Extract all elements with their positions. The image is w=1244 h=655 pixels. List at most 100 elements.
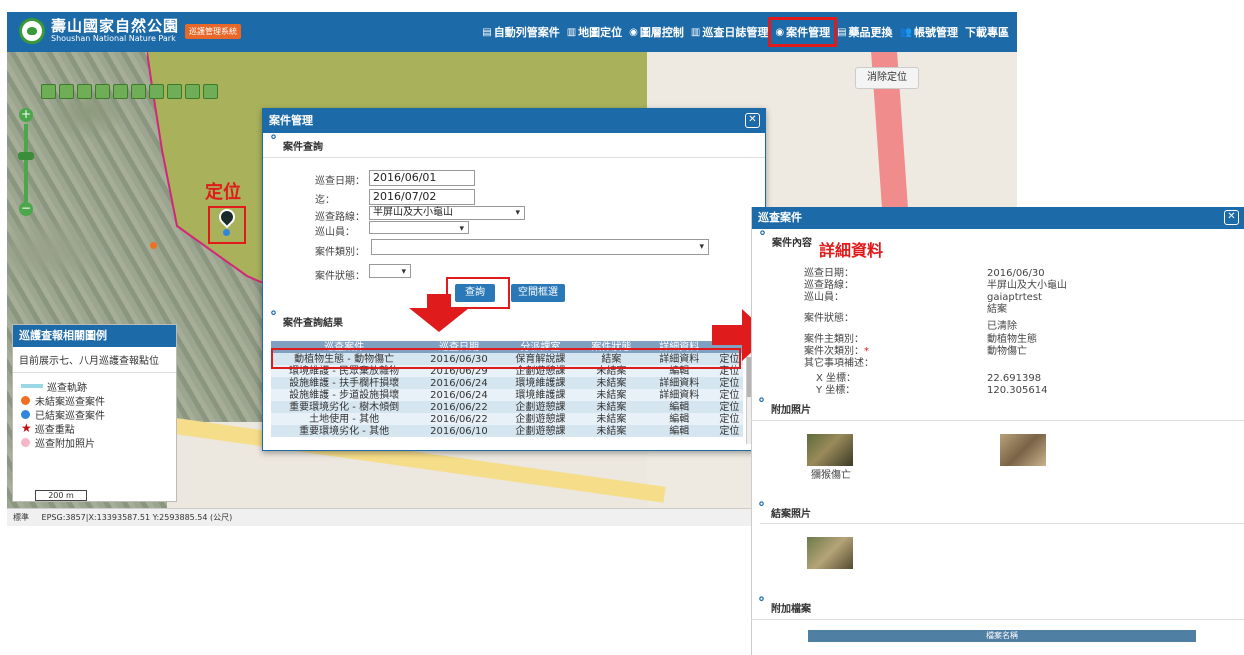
top-bar: 壽山國家自然公園 Shoushan National Nature Park 巡… (7, 12, 1017, 52)
table-row[interactable]: 土地使用 - 其他 2016/06/22 企劃遊憩課 未結案 編輯 定位 (271, 413, 743, 425)
legend-item: 巡查附加照片 (13, 435, 176, 450)
edit-link[interactable]: 編輯 (642, 413, 716, 425)
edit-link[interactable]: 編輯 (642, 425, 716, 437)
gear-icon: ◉ (775, 26, 785, 38)
detail-label: 巡查日期： (804, 268, 854, 279)
zoom-in-button[interactable]: + (19, 108, 33, 122)
locate-link[interactable]: 定位 (715, 425, 743, 437)
star-icon[interactable] (149, 84, 164, 99)
park-emblem-icon (19, 18, 45, 44)
back-icon[interactable] (113, 84, 128, 99)
date-from-input[interactable]: 2016/06/01 (369, 170, 475, 186)
table-row[interactable]: 重要環境劣化 - 其他 2016/06/10 企劃遊憩課 未結案 編輯 定位 (271, 425, 743, 437)
closed-case-marker[interactable] (223, 229, 230, 236)
detail-y-coordinate: 120.305614 (987, 385, 1048, 396)
table-row[interactable]: 設施維護 - 步道設施損壞 2016/06/24 環境維護課 未結案 詳細資料 定位 (271, 389, 743, 401)
detail-title: 巡查案件 (758, 211, 802, 224)
files-section-title: 附加檔案 (751, 595, 1244, 620)
detail-route: 半屏山及大小龜山 (987, 280, 1067, 291)
scale-bar: 200 m (35, 490, 87, 501)
photo-caption: 獼猴傷亡 (811, 470, 851, 481)
measure-icon[interactable] (77, 84, 92, 99)
locate-link[interactable]: 定位 (715, 413, 743, 425)
pan-icon[interactable] (59, 84, 74, 99)
clear-location-button[interactable]: 消除定位 (855, 67, 919, 89)
attached-photo[interactable] (807, 434, 853, 466)
dialog-header: 案件管理 ✕ (263, 109, 765, 133)
detail-sub-category: 動物傷亡 (987, 346, 1027, 357)
detail-annotation: 詳細資料 (819, 241, 884, 260)
detail-label: X 坐標： (816, 373, 857, 384)
locate-link[interactable]: 定位 (715, 389, 743, 401)
route-label: 巡查路線： (315, 212, 365, 223)
track-line-icon (21, 384, 43, 388)
top-navigation: ▤ 自動列管案件 ▥ 地圖定位 ◉ 圖層控制 ▥ 巡查日誌管理 ◉ 案件管理 ▤ 藥品更換 … (482, 12, 1009, 52)
dialog-title: 案件管理 (269, 114, 313, 127)
route-select[interactable]: 半屏山及大小龜山 (369, 206, 525, 220)
nav-medicine-replace[interactable]: ▤ 藥品更換 (837, 24, 892, 40)
legend-item: ★ 巡查重點 (21, 421, 75, 436)
closing-photos-section-title: 結案照片 (751, 500, 1244, 524)
coordinate-readout: EPSG:3857|X:13393587.51 Y:2593885.54 (公尺… (41, 513, 233, 522)
detail-label: 其它事項補述： (804, 358, 874, 369)
table-row[interactable]: 重要環境劣化 - 樹木傾倒 2016/06/22 企劃遊憩課 未結案 編輯 定位 (271, 401, 743, 413)
detail-label: 案件狀態： (804, 313, 854, 324)
detail-status-note: 已清除 (987, 321, 1017, 332)
print-icon[interactable] (203, 84, 218, 99)
chart-icon: ▥ (566, 26, 577, 38)
nav-auto-cases[interactable]: ▤ 自動列管案件 (482, 24, 559, 40)
nav-map-locate[interactable]: ▥ 地圖定位 (567, 24, 622, 40)
file-name-header: 檔案名稱 (808, 630, 1196, 642)
row-highlight (271, 348, 741, 369)
logo-subtitle: Shoushan National Nature Park (51, 33, 176, 43)
closed-case-dot-icon (21, 409, 30, 419)
table-row[interactable]: 設施維護 - 扶手欄杆損壞 2016/06/24 環境維護課 未結案 詳細資料 定位 (271, 377, 743, 389)
spatial-select-button[interactable]: 空間框選 (511, 284, 565, 302)
case-management-dialog: 案件管理 ✕ 案件查詢 巡查日期： 2016/06/01 迄： 2016/07/… (262, 108, 766, 451)
nav-account-management[interactable]: 👥 帳號管理 (900, 24, 958, 40)
close-icon[interactable]: ✕ (745, 113, 760, 128)
category-label: 案件類別： (315, 247, 365, 258)
forward-icon[interactable] (131, 84, 146, 99)
nav-patrol-log[interactable]: ▥ 巡查日誌管理 (691, 24, 768, 40)
arrow-down-icon (409, 294, 469, 332)
status-prefix: 標準 (13, 513, 29, 522)
locate-annotation: 定位 (205, 182, 241, 203)
nav-case-management[interactable]: ◉ 案件管理 (768, 17, 838, 47)
detail-link[interactable]: 詳細資料 (642, 377, 716, 389)
nav-layer-control[interactable]: ◉ 圖層控制 (629, 24, 684, 40)
nav-download-area[interactable]: 下載專區 (965, 24, 1009, 40)
query-section-title: 案件查詢 (263, 133, 765, 158)
close-icon[interactable]: ✕ (1224, 210, 1239, 225)
detail-link[interactable]: 詳細資料 (642, 389, 716, 401)
status-select[interactable] (369, 264, 411, 279)
divider (760, 523, 1244, 524)
legend-item: 已結案巡查案件 (13, 407, 176, 422)
park-logo[interactable]: 壽山國家自然公園 Shoushan National Nature Park 巡… (19, 18, 242, 44)
ruler-icon[interactable] (185, 84, 200, 99)
legend-item: 巡查軌跡 (13, 379, 176, 394)
export-icon[interactable] (167, 84, 182, 99)
edit-link[interactable]: 編輯 (642, 401, 716, 413)
results-section-title: 案件查詢結果 (263, 309, 765, 333)
detail-label: 案件主類別： (804, 334, 864, 345)
search-icon[interactable] (95, 84, 110, 99)
date-to-input[interactable]: 2016/07/02 (369, 189, 475, 205)
map-toolbar (41, 84, 218, 99)
locate-link[interactable]: 定位 (715, 377, 743, 389)
ranger-label: 巡山員： (315, 227, 355, 238)
detail-label: 巡山員： (804, 292, 844, 303)
legend-subtitle: 目前展示七、八月巡護查報點位 (13, 347, 176, 373)
zoom-slider-handle[interactable] (18, 152, 34, 160)
zoom-box-icon[interactable] (41, 84, 56, 99)
category-select[interactable] (371, 239, 709, 255)
zoom-out-button[interactable]: − (19, 202, 33, 216)
detail-x-coordinate: 22.691398 (987, 373, 1042, 384)
ranger-select[interactable] (369, 221, 469, 236)
attached-photo[interactable] (1000, 434, 1046, 466)
closing-photo[interactable] (807, 537, 853, 569)
open-case-marker[interactable] (150, 242, 157, 249)
legend-item: 未結案巡查案件 (13, 393, 176, 408)
detail-label: Y 坐標： (816, 385, 856, 396)
locate-link[interactable]: 定位 (715, 401, 743, 413)
